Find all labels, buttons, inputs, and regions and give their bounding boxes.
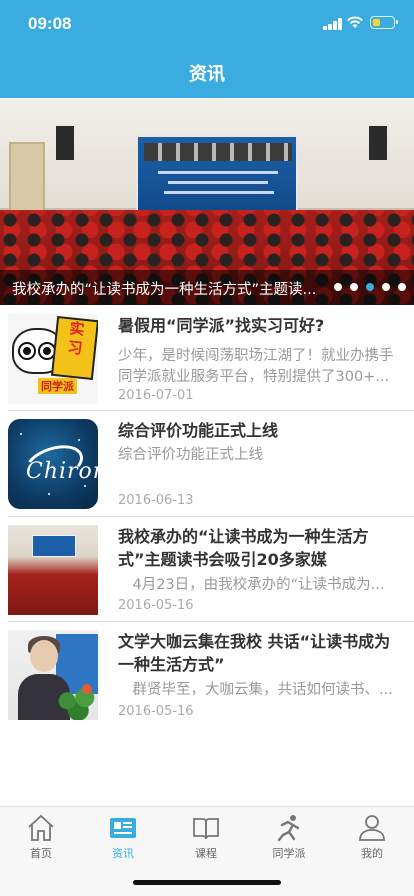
battery-icon — [370, 16, 398, 29]
news-date: 2016-07-01 — [118, 388, 194, 403]
news-title: 暑假用“同学派”找实习可好? — [118, 316, 325, 335]
tab-profile[interactable]: 我的 — [331, 807, 413, 867]
intern-mascot-image: 实习 同学派 — [8, 314, 98, 404]
news-icon — [110, 818, 136, 838]
tab-label: 资讯 — [112, 847, 134, 860]
speaker-photo — [8, 630, 98, 720]
tab-label: 我的 — [361, 847, 383, 860]
news-list-item[interactable]: Chiron 综合评价功能正式上线 综合评价功能正式上线 2016-06-13 — [0, 411, 414, 517]
reading-event-photo — [8, 525, 98, 615]
chiron-logo-image: Chiron — [8, 419, 98, 509]
banner-stage-board — [136, 135, 298, 212]
banner-caption[interactable]: 我校承办的“让读书成为一种生活方式”主题读... — [12, 278, 330, 299]
cellular-signal-icon — [323, 18, 343, 30]
status-time: 09:08 — [28, 14, 72, 33]
tab-label: 课程 — [195, 847, 217, 860]
news-summary: 群贤毕至，大咖云集，共话如何读书、... — [118, 682, 393, 698]
news-summary: 少年，是时候闯荡职场江湖了！就业办携手同学派就业服务平台，特别提供了300+..… — [118, 348, 394, 385]
tab-label: 首页 — [30, 847, 52, 860]
tab-label: 同学派 — [272, 847, 306, 860]
news-screen: 09:08 资讯 我校承办的“让读书成为一种生活方式”主题读... 实 习 同学… — [0, 0, 414, 896]
news-title: 我校承办的“让读书成为一种生活方式”主题读书会吸引20多家媒 — [118, 527, 369, 569]
runner-icon — [277, 815, 300, 842]
news-date: 2016-06-13 — [118, 493, 194, 508]
news-summary: 4月23日，由我校承办的“让读书成为... — [118, 577, 385, 593]
carousel-dot[interactable] — [350, 283, 358, 291]
carousel-dot[interactable] — [382, 283, 390, 291]
home-indicator[interactable] — [133, 880, 281, 885]
tab-home[interactable]: 首页 — [0, 807, 82, 867]
tab-classmates[interactable]: 同学派 — [248, 807, 330, 867]
news-list-item[interactable]: 我校承办的“让读书成为一种生活方式”主题读书会吸引20多家媒 4月23日，由我校… — [0, 517, 414, 622]
home-icon — [28, 814, 54, 841]
profile-icon — [359, 815, 385, 841]
news-list-item[interactable]: 文学大咖云集在我校 共话“让读书成为一种生活方式” 群贤毕至，大咖云集，共话如何… — [0, 622, 414, 726]
page-title: 资讯 — [189, 64, 225, 85]
top-bar: 09:08 资讯 — [0, 0, 414, 98]
news-list-item[interactable]: 实习 同学派 暑假用“同学派”找实习可好? 少年，是时候闯荡职场江湖了！就业办携… — [0, 306, 414, 411]
carousel-dot[interactable] — [398, 283, 406, 291]
book-icon — [193, 818, 219, 840]
tab-courses[interactable]: 课程 — [165, 807, 247, 867]
wifi-icon — [347, 16, 363, 28]
news-title: 文学大咖云集在我校 共话“让读书成为一种生活方式” — [118, 632, 391, 674]
tab-news[interactable]: 资讯 — [82, 807, 164, 867]
news-date: 2016-05-16 — [118, 598, 194, 613]
carousel-dot[interactable] — [334, 283, 342, 291]
carousel-dot-active[interactable] — [366, 283, 374, 291]
news-title: 综合评价功能正式上线 — [118, 421, 279, 440]
news-date: 2016-05-16 — [118, 704, 194, 719]
news-summary: 综合评价功能正式上线 — [118, 447, 263, 463]
status-bar: 09:08 — [0, 0, 414, 48]
